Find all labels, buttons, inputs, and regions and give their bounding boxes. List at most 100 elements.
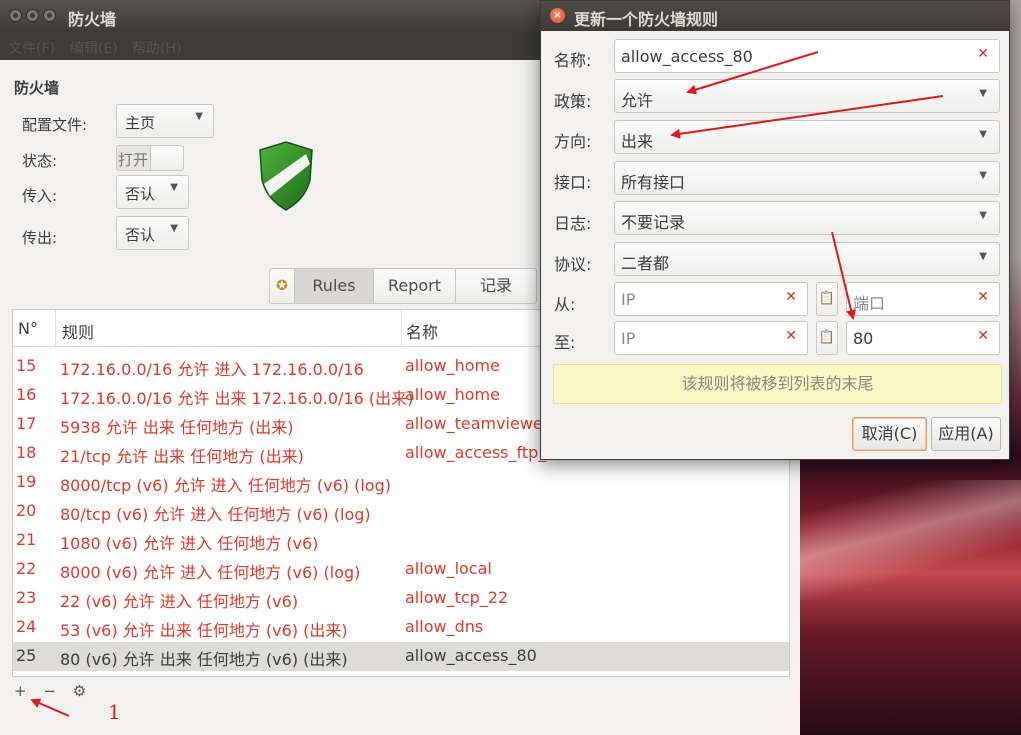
rule-text-cell: 172.16.0.0/16 允许 出来 172.16.0.0/16 (出来) — [60, 389, 414, 408]
name-field[interactable]: allow_access_80 ✕ — [614, 39, 1000, 73]
rule-number-cell: 16 — [16, 385, 37, 404]
status-value: 打开 — [118, 151, 149, 169]
rule-text-cell: 172.16.0.0/16 允许 进入 172.16.0.0/16 — [60, 360, 364, 379]
outgoing-select[interactable]: 否认 ▼ — [116, 216, 189, 250]
rule-text-cell: 80 (v6) 允许 出来 任何地方 (v6) (出来) — [60, 650, 348, 669]
rule-number-cell: 25 — [16, 646, 37, 665]
clear-field-icon[interactable]: ✕ — [977, 328, 989, 344]
from-port-placeholder: 端口 — [853, 294, 886, 313]
menu-help[interactable]: 帮助(H) — [132, 38, 181, 58]
rule-text-cell: 21/tcp 允许 出来 任何地方 (出来) — [60, 447, 304, 466]
window-close-icon[interactable] — [9, 9, 22, 22]
rule-name-cell: allow_home — [405, 385, 500, 404]
policy-value: 允许 — [621, 91, 654, 110]
table-row[interactable]: 23 22 (v6) 允许 进入 任何地方 (v6) allow_tcp_22 — [13, 584, 789, 613]
rule-number-cell: 20 — [16, 501, 37, 520]
profile-label: 配置文件: — [22, 116, 88, 134]
clear-field-icon[interactable]: ✕ — [977, 289, 989, 305]
dialog-titlebar: × 更新一个防火墙规则 — [541, 1, 1009, 31]
rule-name-cell: allow_access_ftp_ — [405, 443, 547, 462]
remove-rule-button[interactable]: − — [43, 682, 56, 700]
clear-field-icon[interactable]: ✕ — [977, 46, 989, 62]
table-row[interactable]: 21 1080 (v6) 允许 进入 任何地方 (v6) — [13, 526, 789, 555]
rule-number-cell: 24 — [16, 617, 37, 636]
incoming-select[interactable]: 否认 ▼ — [116, 175, 189, 209]
add-rule-button[interactable]: + — [14, 682, 27, 700]
incoming-value: 否认 — [125, 185, 156, 203]
header-name[interactable]: 名称 — [406, 319, 438, 343]
menu-file[interactable]: 文件(F) — [8, 38, 55, 58]
rule-name-cell: allow_tcp_22 — [405, 588, 509, 607]
from-ip-placeholder: IP — [621, 290, 636, 309]
rule-text-cell: 8000/tcp (v6) 允许 进入 任何地方 (v6) (log) — [60, 476, 391, 495]
table-row[interactable]: 20 80/tcp (v6) 允许 进入 任何地方 (v6) (log) — [13, 497, 789, 526]
name-value: allow_access_80 — [621, 47, 753, 66]
toggle-knob — [150, 146, 183, 170]
header-number[interactable]: N° — [18, 319, 38, 338]
rule-name-cell: allow_home — [405, 356, 500, 375]
log-label: 日志: — [554, 214, 592, 233]
direction-select[interactable]: 出来 ▼ — [614, 120, 1000, 154]
log-select[interactable]: 不要记录 ▼ — [614, 201, 1000, 235]
to-port-field[interactable]: 80 ✕ — [846, 321, 1000, 355]
rule-number-cell: 17 — [16, 414, 37, 433]
rule-text-cell: 80/tcp (v6) 允许 进入 任何地方 (v6) (log) — [60, 505, 371, 524]
to-ip-field[interactable]: IP ✕ — [614, 321, 808, 355]
from-port-field[interactable]: 端口 ✕ — [846, 282, 1000, 316]
interface-select[interactable]: 所有接口 ▼ — [614, 161, 1000, 195]
profile-select[interactable]: 主页 ▼ — [116, 104, 214, 138]
window-title: 防火墙 — [68, 10, 117, 29]
rule-text-cell: 53 (v6) 允许 出来 任何地方 (v6) (出来) — [60, 621, 348, 640]
table-row[interactable]: 22 8000 (v6) 允许 进入 任何地方 (v6) (log) allow_l… — [13, 555, 789, 584]
protocol-value: 二者都 — [621, 254, 670, 273]
tab-extra-icon[interactable]: ✪ — [270, 269, 295, 303]
paste-icon[interactable]: 📋 — [816, 321, 838, 355]
clear-field-icon[interactable]: ✕ — [785, 289, 797, 305]
dropdown-arrow-icon: ▼ — [170, 182, 178, 193]
menu-edit[interactable]: 编辑(E) — [70, 38, 118, 58]
header-rule[interactable]: 规则 — [62, 319, 94, 343]
rule-number-cell: 15 — [16, 356, 37, 375]
paste-icon[interactable]: 📋 — [816, 282, 838, 316]
policy-select[interactable]: 允许 ▼ — [614, 79, 1000, 113]
rule-text-cell: 8000 (v6) 允许 进入 任何地方 (v6) (log) — [60, 563, 361, 582]
settings-gear-icon[interactable]: ⚙ — [73, 682, 86, 700]
dropdown-arrow-icon: ▼ — [170, 223, 178, 234]
rule-text-cell: 5938 允许 出来 任何地方 (出来) — [60, 418, 294, 437]
outgoing-value: 否认 — [125, 226, 156, 244]
tab-rules[interactable]: Rules — [295, 269, 374, 303]
apply-button[interactable]: 应用(A) — [931, 417, 1001, 451]
rule-number-cell: 18 — [16, 443, 37, 462]
table-row[interactable]: 19 8000/tcp (v6) 允许 进入 任何地方 (v6) (log) — [13, 468, 789, 497]
policy-label: 政策: — [554, 92, 592, 111]
rule-number-cell: 19 — [16, 472, 37, 491]
dropdown-arrow-icon: ▼ — [979, 251, 987, 262]
table-row[interactable]: 24 53 (v6) 允许 出来 任何地方 (v6) (出来) allow_dns — [13, 613, 789, 642]
bottom-toolbar: + − ⚙ — [14, 682, 98, 700]
view-tabs: ✪ Rules Report 记录 — [269, 268, 537, 304]
window-maximize-icon[interactable] — [43, 9, 56, 22]
window-minimize-icon[interactable] — [26, 9, 39, 22]
section-title: 防火墙 — [14, 79, 60, 97]
tab-log[interactable]: 记录 — [456, 269, 536, 303]
close-icon[interactable]: × — [550, 8, 565, 23]
clear-field-icon[interactable]: ✕ — [785, 328, 797, 344]
from-ip-field[interactable]: IP ✕ — [614, 282, 808, 316]
dropdown-arrow-icon: ▼ — [979, 129, 987, 140]
to-label: 至: — [554, 333, 576, 352]
status-toggle[interactable]: 打开 — [116, 145, 184, 171]
cancel-button[interactable]: 取消(C) — [852, 417, 927, 451]
tab-report[interactable]: Report — [374, 269, 456, 303]
log-value: 不要记录 — [621, 213, 686, 232]
dropdown-arrow-icon: ▼ — [979, 210, 987, 221]
direction-label: 方向: — [554, 132, 592, 151]
rule-name-cell: allow_access_80 — [405, 646, 537, 665]
direction-value: 出来 — [621, 132, 654, 151]
protocol-select[interactable]: 二者都 ▼ — [614, 242, 1000, 276]
outgoing-label: 传出: — [22, 229, 58, 247]
table-row[interactable]: 25 80 (v6) 允许 出来 任何地方 (v6) (出来) allow_acce… — [13, 642, 789, 671]
profile-value: 主页 — [125, 114, 156, 132]
rule-name-cell: allow_teamviewer — [405, 414, 550, 433]
incoming-label: 传入: — [22, 187, 58, 205]
interface-value: 所有接口 — [621, 173, 686, 192]
